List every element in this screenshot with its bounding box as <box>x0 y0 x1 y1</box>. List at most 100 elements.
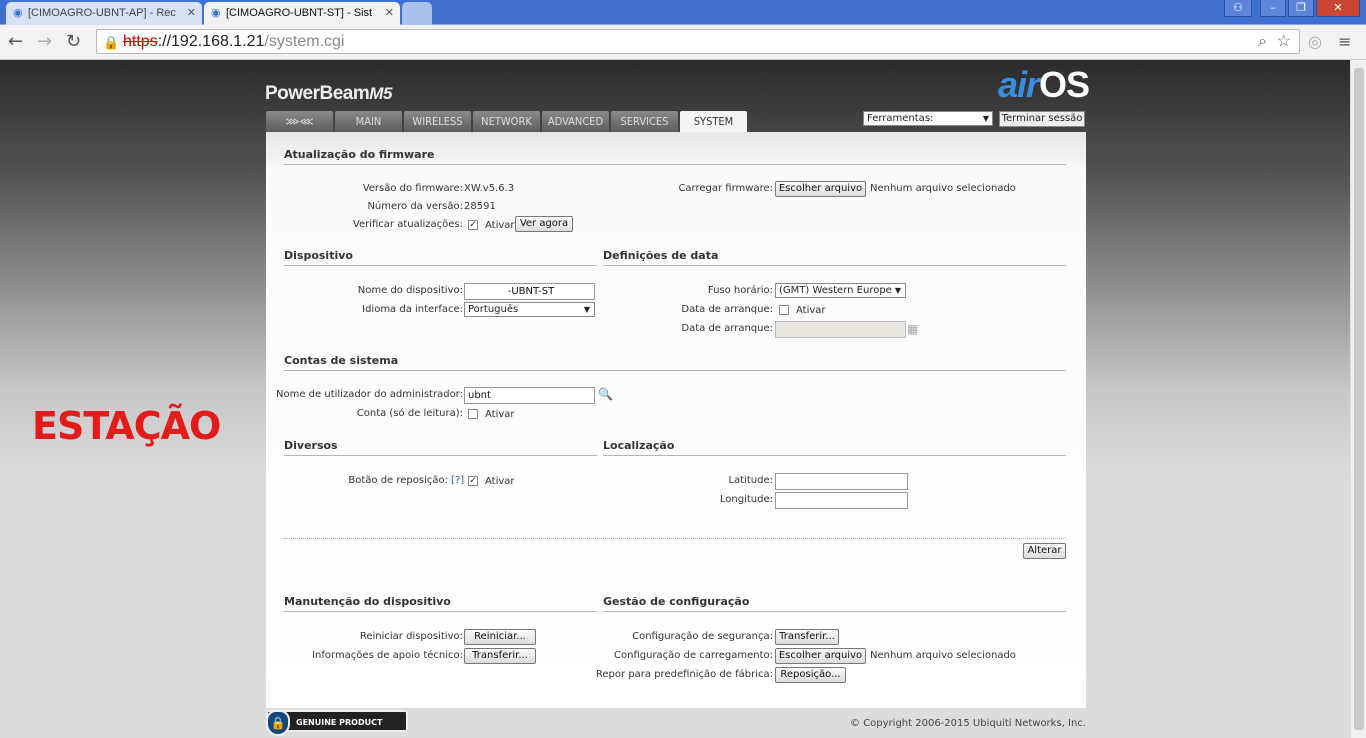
startup-date-checkbox[interactable] <box>779 305 789 315</box>
browser-tab-label: [CIMOAGRO-UBNT-AP] - Rec <box>28 7 176 19</box>
choose-config-file-button[interactable]: Escolher arquivo <box>775 648 866 664</box>
section-title-config: Gestão de configuração <box>603 595 1066 612</box>
url-host: ://192.168.1.21 <box>157 33 265 50</box>
star-icon[interactable]: ☆ <box>1277 30 1291 53</box>
tab-system[interactable]: SYSTEM <box>680 111 747 133</box>
readonly-account-checkbox[interactable] <box>468 409 478 419</box>
reset-button-checkbox[interactable]: ✓ <box>468 476 478 486</box>
close-tab-icon[interactable]: ✕ <box>385 6 394 19</box>
startup-date-input[interactable] <box>775 321 906 338</box>
zoom-icon[interactable]: ⌕ <box>1258 30 1267 53</box>
tab-network[interactable]: NETWORK <box>473 111 540 132</box>
reset-button-label: Botão de reposição: <box>348 475 448 486</box>
check-now-button[interactable]: Ver agora <box>515 216 573 232</box>
window-controls: ⚇ – ❐ ✕ <box>1224 0 1360 18</box>
scrollbar-thumb[interactable] <box>1354 68 1364 730</box>
wifi-icon: ◉ <box>211 7 221 19</box>
genuine-product-badge: 🔒 GENUINE PRODUCT <box>266 710 408 736</box>
section-title-misc: Diversos <box>284 439 597 456</box>
firmware-version-value: XW.v5.6.3 <box>464 183 515 194</box>
interface-language-value: Português <box>468 304 519 315</box>
choose-firmware-file-button[interactable]: Escolher arquivo <box>775 181 866 197</box>
support-info-download-button[interactable]: Transferir... <box>464 648 536 664</box>
device-name-input[interactable]: -UBNT-ST <box>464 283 595 300</box>
station-overlay-label: ESTAÇÃO <box>32 404 221 448</box>
logout-button[interactable]: Terminar sessão <box>999 111 1085 127</box>
backup-config-download-button[interactable]: Transferir... <box>775 629 839 645</box>
browser-tab-label: [CIMOAGRO-UBNT-ST] - Sist <box>226 7 373 19</box>
logo-air: air <box>998 64 1040 105</box>
close-window-button[interactable]: ✕ <box>1316 0 1360 17</box>
check-updates-enable-label: Ativar <box>485 220 515 231</box>
forward-icon[interactable]: → <box>37 33 52 51</box>
check-updates-checkbox[interactable]: ✓ <box>468 220 478 230</box>
extension-icon[interactable]: ◎ <box>1308 33 1322 51</box>
change-button[interactable]: Alterar <box>1023 543 1066 559</box>
readonly-account-enable-label: Ativar <box>485 409 515 420</box>
browser-tabstrip: ◉ [CIMOAGRO-UBNT-AP] - Rec ✕ ◉ [CIMOAGRO… <box>0 0 1366 25</box>
reboot-button[interactable]: Reiniciar... <box>464 629 536 645</box>
firmware-no-file-text: Nenhum arquivo selecionado <box>870 183 1016 194</box>
product-logo: PowerBeamM5 <box>265 83 392 105</box>
build-number-label: Número da versão: <box>367 201 463 212</box>
genuine-product-text: GENUINE PRODUCT <box>296 718 383 727</box>
main-nav-tabs: ⋙⋘ MAIN WIRELESS NETWORK ADVANCED SERVIC… <box>266 111 747 133</box>
build-number-value: 28591 <box>464 201 496 212</box>
url-scheme: https <box>123 33 158 50</box>
product-name: PowerBeam <box>265 83 370 104</box>
section-title-location: Localização <box>603 439 1066 456</box>
user-icon[interactable]: ⚇ <box>1224 0 1252 17</box>
lock-icon: 🔒 <box>266 710 290 736</box>
factory-reset-label: Repor para predefinição de fábrica: <box>595 669 773 680</box>
reset-button-enable-label: Ativar <box>485 476 515 487</box>
browser-tab-st[interactable]: ◉ [CIMOAGRO-UBNT-ST] - Sist ✕ <box>204 2 400 25</box>
section-title-date: Definições de data <box>603 249 1066 266</box>
tab-ubnt-logo[interactable]: ⋙⋘ <box>266 111 333 132</box>
tab-main[interactable]: MAIN <box>335 111 402 132</box>
timezone-value: (GMT) Western Europe <box>779 285 892 296</box>
chevron-down-icon: ▼ <box>583 305 590 314</box>
timezone-select[interactable]: (GMT) Western Europe ▼ <box>775 283 906 298</box>
divider <box>284 538 1066 539</box>
restore-button[interactable]: ❐ <box>1288 0 1314 17</box>
backup-config-label: Configuração de segurança: <box>632 631 773 642</box>
menu-icon[interactable]: ≡ <box>1338 33 1351 51</box>
logo-os: OS <box>1039 64 1090 105</box>
address-bar[interactable]: 🔒 https://192.168.1.21/system.cgi ⌕ ☆ <box>96 29 1300 54</box>
magnifier-icon[interactable]: 🔍 <box>598 387 613 401</box>
latitude-label: Latitude: <box>728 475 773 486</box>
tab-advanced[interactable]: ADVANCED <box>542 111 609 132</box>
calendar-icon[interactable]: ▦ <box>907 322 918 336</box>
tools-select-value: Ferramentas: <box>867 113 934 124</box>
back-icon[interactable]: ← <box>8 33 23 51</box>
minimize-button[interactable]: – <box>1260 0 1286 17</box>
insecure-lock-icon: 🔒 <box>103 35 120 50</box>
upload-firmware-label: Carregar firmware: <box>678 183 773 194</box>
reload-icon[interactable]: ↻ <box>66 33 81 51</box>
section-title-accounts: Contas de sistema <box>284 354 1066 371</box>
factory-reset-button[interactable]: Reposição... <box>775 667 846 683</box>
browser-tab-ap[interactable]: ◉ [CIMOAGRO-UBNT-AP] - Rec ✕ <box>6 2 202 25</box>
new-tab-button[interactable] <box>402 2 432 25</box>
tab-services[interactable]: SERVICES <box>611 111 678 132</box>
scrollbar[interactable] <box>1350 60 1366 738</box>
section-title-firmware: Atualização do firmware <box>284 148 1066 165</box>
section-title-maintenance: Manutenção do dispositivo <box>284 595 597 612</box>
tab-wireless[interactable]: WIRELESS <box>404 111 471 132</box>
interface-language-select[interactable]: Português ▼ <box>464 302 595 317</box>
product-model: M5 <box>369 84 392 103</box>
reset-help-link[interactable]: [?] <box>451 475 464 486</box>
admin-username-label: Nome de utilizador do administrador: <box>276 389 463 400</box>
chevron-down-icon: ▼ <box>894 286 901 295</box>
readonly-account-label: Conta (só de leitura): <box>356 408 463 419</box>
latitude-input[interactable] <box>775 473 908 490</box>
airos-logo: airOS <box>998 64 1090 106</box>
close-tab-icon[interactable]: ✕ <box>187 6 196 19</box>
admin-username-input[interactable]: ubnt <box>464 387 595 404</box>
footer: 🔒 GENUINE PRODUCT © Copyright 2006-2015 … <box>266 708 1086 738</box>
device-name-label: Nome do dispositivo: <box>357 285 463 296</box>
longitude-input[interactable] <box>775 492 908 509</box>
startup-date-value-label: Data de arranque: <box>681 323 773 334</box>
timezone-label: Fuso horário: <box>707 285 773 296</box>
tools-select[interactable]: Ferramentas: ▼ <box>863 111 993 126</box>
